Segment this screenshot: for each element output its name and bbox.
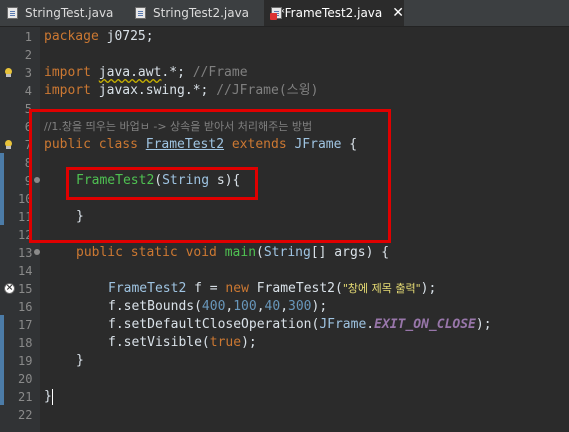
code-line-9: FrameTest2(String s){	[76, 173, 241, 188]
code-line-18: f.setVisible(true);	[108, 335, 257, 350]
line-number: 13	[18, 246, 33, 260]
code-line-17: f.setDefaultCloseOperation(JFrame.EXIT_O…	[108, 317, 492, 332]
code-line-6: //1.창을 띄우는 바업ㅂ -> 상속을 받아서 처리해주는 방법	[44, 120, 313, 133]
close-icon[interactable]: ✕	[392, 5, 404, 21]
line-number: 16	[18, 300, 33, 314]
line-number: 11	[18, 210, 33, 224]
line-number: 21	[18, 390, 33, 404]
tab-label: StringTest2.java	[153, 6, 250, 20]
line-number: 18	[18, 336, 33, 350]
line-number: 12	[18, 228, 33, 242]
error-marker-icon[interactable]: ×	[4, 283, 15, 294]
line-number: 6	[24, 120, 32, 134]
line-number: 9	[24, 174, 32, 188]
text-cursor	[52, 389, 53, 405]
line-number: 14	[18, 264, 33, 278]
line-number: 10	[18, 192, 33, 206]
line-number: 3	[24, 66, 32, 80]
line-number: 4	[24, 84, 32, 98]
java-file-icon	[6, 6, 20, 20]
tab-stringtest2[interactable]: StringTest2.java	[128, 0, 262, 26]
line-number: 15	[18, 282, 33, 296]
java-file-icon	[134, 6, 148, 20]
code-editor[interactable]: 1 2 3 4 5 6 7 8 9 10 11 12 13 14 15 16 1…	[0, 27, 569, 432]
editor-tab-bar: StringTest.java StringTest2.java *FrameT…	[0, 0, 569, 27]
line-number: 1	[24, 30, 32, 44]
code-line-1: package j0725;	[44, 29, 154, 44]
tab-frametest2[interactable]: *FrameTest2.java ✕	[264, 0, 404, 26]
line-number: 20	[18, 372, 33, 386]
line-number: 7	[24, 138, 32, 152]
line-number: 19	[18, 354, 33, 368]
quick-fix-warning-icon[interactable]	[2, 67, 14, 79]
code-line-7: public class FrameTest2 extends JFrame {	[44, 137, 358, 152]
tab-label: *FrameTest2.java	[278, 6, 383, 20]
line-number: 5	[24, 102, 32, 116]
fold-marker-icon[interactable]	[34, 249, 40, 255]
code-line-15: FrameTest2 f = new FrameTest2("창에 제목 출력"…	[108, 281, 437, 296]
code-line-19: }	[76, 353, 84, 368]
code-line-3: import java.awt.*; //Frame	[44, 65, 248, 80]
line-number: 2	[24, 48, 32, 62]
fold-marker-icon[interactable]	[34, 177, 40, 183]
code-line-21: }	[44, 389, 52, 404]
code-line-16: f.setBounds(400,100,40,300);	[108, 299, 328, 314]
code-line-13: public static void main(String[] args) {	[76, 245, 390, 260]
line-number: 17	[18, 318, 33, 332]
quick-fix-warning-icon[interactable]	[2, 139, 14, 151]
tab-stringtest[interactable]: StringTest.java	[0, 0, 126, 26]
code-line-11: }	[76, 209, 84, 224]
line-number: 8	[24, 156, 32, 170]
code-line-4: import javax.swing.*; //JFrame(스윙)	[44, 83, 319, 98]
tab-label: StringTest.java	[25, 6, 114, 20]
line-number: 22	[18, 408, 33, 422]
change-indicator	[0, 153, 4, 225]
change-indicator	[0, 315, 4, 405]
java-file-error-icon	[270, 6, 282, 20]
